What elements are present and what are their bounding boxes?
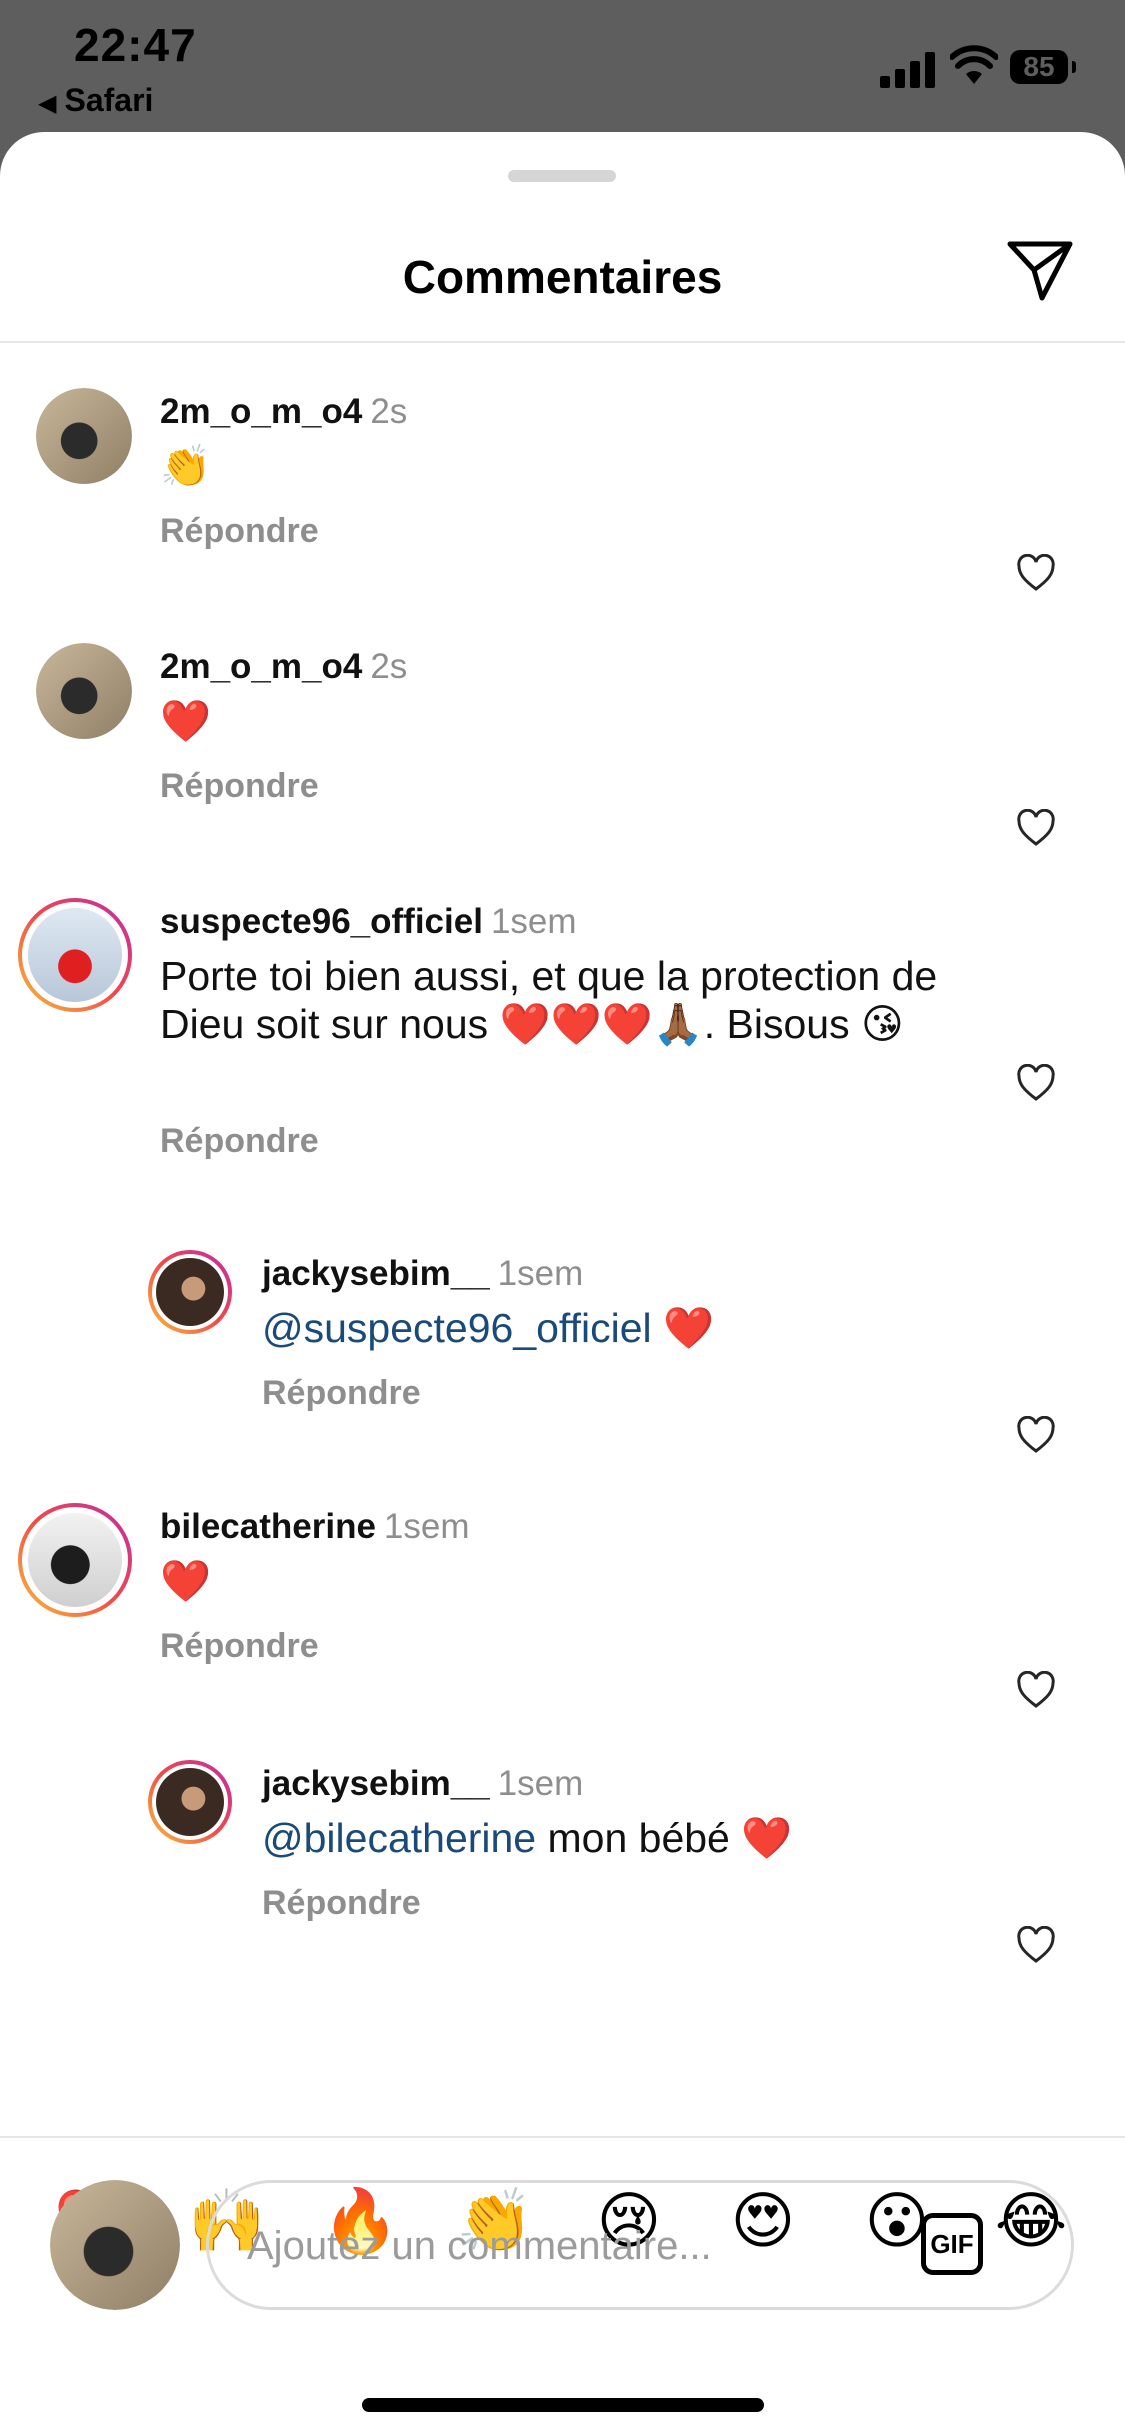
back-to-app-link[interactable]: ◀ Safari xyxy=(38,82,153,119)
comment-item: 2m_o_m_o4 2s 👏 Répondre xyxy=(0,372,1125,622)
comment-timestamp: 2s xyxy=(370,392,408,431)
sheet-title: Commentaires xyxy=(402,251,723,303)
comment-username[interactable]: 2m_o_m_o4 2s xyxy=(160,392,407,432)
comment-username[interactable]: jackysebim__ 1sem xyxy=(262,1764,583,1804)
avatar[interactable] xyxy=(36,643,132,739)
sheet-grabber[interactable] xyxy=(508,170,616,182)
reply-button[interactable]: Répondre xyxy=(160,767,319,806)
comment-input-box[interactable]: GIF xyxy=(206,2180,1074,2310)
comment-reply-item: jackysebim__ 1sem @suspecte96_officiel ❤️… xyxy=(0,1232,1125,1492)
comment-text: @suspecte96_officiel ❤️ xyxy=(262,1304,1022,1352)
comment-text: ❤️ xyxy=(160,698,212,744)
comment-timestamp: 1sem xyxy=(490,902,577,941)
heart-icon[interactable] xyxy=(1016,1064,1056,1102)
home-indicator xyxy=(362,2398,764,2412)
comment-timestamp: 2s xyxy=(370,647,408,686)
username-text[interactable]: jackysebim__ xyxy=(262,1254,490,1293)
comment-username[interactable]: 2m_o_m_o4 2s xyxy=(160,647,407,687)
battery-icon: 85 xyxy=(1010,50,1076,84)
reply-button[interactable]: Répondre xyxy=(160,1627,319,1666)
comment-text-rest: ❤️ xyxy=(651,1305,715,1351)
heart-icon[interactable] xyxy=(1016,809,1056,847)
status-time: 22:47 xyxy=(74,19,197,71)
avatar[interactable] xyxy=(18,898,132,1012)
avatar[interactable] xyxy=(36,388,132,484)
back-app-label: Safari xyxy=(64,82,154,118)
comment-username[interactable]: jackysebim__ 1sem xyxy=(262,1254,583,1294)
comment-username[interactable]: suspecte96_officiel 1sem xyxy=(160,902,577,942)
comment-username[interactable]: bilecatherine 1sem xyxy=(160,1507,470,1547)
comment-item: 2m_o_m_o4 2s ❤️ Répondre xyxy=(0,627,1125,877)
comment-text: @bilecatherine mon bébé ❤️ xyxy=(262,1814,1022,1862)
reply-button[interactable]: Répondre xyxy=(160,512,319,551)
current-user-avatar xyxy=(50,2180,180,2310)
back-triangle-icon: ◀ xyxy=(38,90,57,117)
username-text[interactable]: 2m_o_m_o4 xyxy=(160,392,362,431)
send-icon[interactable] xyxy=(1004,236,1076,304)
username-text[interactable]: bilecatherine xyxy=(160,1507,376,1546)
comments-sheet: Commentaires 2m_o_m_o4 2s 👏 Répondre 2m_o… xyxy=(0,132,1125,2436)
gif-icon[interactable]: GIF xyxy=(921,2213,983,2275)
comment-text-rest: mon bébé ❤️ xyxy=(536,1815,793,1861)
comment-timestamp: 1sem xyxy=(497,1764,584,1803)
comment-input[interactable] xyxy=(245,2213,889,2279)
username-text[interactable]: 2m_o_m_o4 xyxy=(160,647,362,686)
avatar[interactable] xyxy=(148,1760,232,1844)
status-bar: 22:47 ◀ Safari 85 xyxy=(0,0,1125,140)
reply-button[interactable]: Répondre xyxy=(160,1122,319,1161)
reply-button[interactable]: Répondre xyxy=(262,1374,421,1413)
heart-icon[interactable] xyxy=(1016,554,1056,592)
username-text[interactable]: jackysebim__ xyxy=(262,1764,490,1803)
comment-text: 👏 xyxy=(160,443,212,489)
comment-text: Porte toi bien aussi, et que la protecti… xyxy=(160,953,938,1047)
emoji-bar-divider xyxy=(0,2136,1125,2138)
reply-button[interactable]: Répondre xyxy=(262,1884,421,1923)
comment-item: bilecatherine 1sem ❤️ Répondre xyxy=(0,1487,1125,1747)
username-text[interactable]: suspecte96_officiel xyxy=(160,902,483,941)
heart-icon[interactable] xyxy=(1016,1671,1056,1709)
mention-link[interactable]: @suspecte96_officiel xyxy=(262,1305,652,1351)
comment-item: suspecte96_officiel 1sem Porte toi bien a… xyxy=(0,882,1125,1232)
mention-link[interactable]: @bilecatherine xyxy=(262,1815,536,1861)
comment-text: ❤️ xyxy=(160,1558,212,1604)
avatar[interactable] xyxy=(148,1250,232,1334)
comment-timestamp: 1sem xyxy=(497,1254,584,1293)
heart-icon[interactable] xyxy=(1016,1926,1056,1964)
signal-icon xyxy=(880,50,936,88)
heart-icon[interactable] xyxy=(1016,1416,1056,1454)
avatar[interactable] xyxy=(18,1503,132,1617)
comment-reply-item: jackysebim__ 1sem @bilecatherine mon bébé… xyxy=(0,1742,1125,2002)
comment-timestamp: 1sem xyxy=(383,1507,470,1546)
wifi-icon xyxy=(950,45,998,84)
header-divider xyxy=(0,341,1125,343)
